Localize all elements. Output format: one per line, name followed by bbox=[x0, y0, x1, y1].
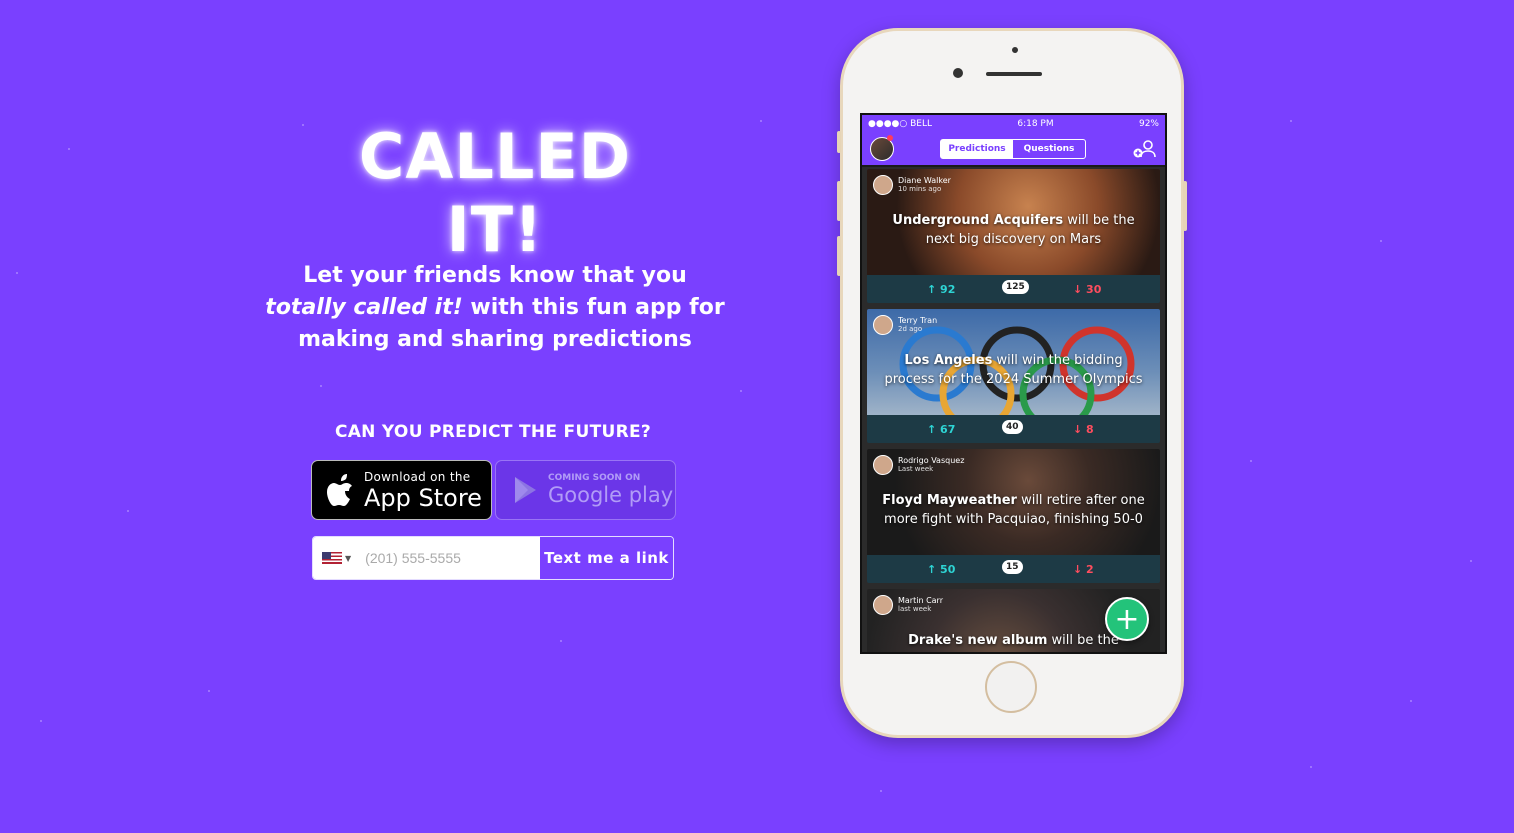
camera-icon bbox=[1012, 47, 1018, 53]
card-username: Terry Tran bbox=[898, 316, 938, 325]
home-button bbox=[985, 661, 1037, 713]
downvote-button[interactable]: ↓ 30 bbox=[1073, 283, 1101, 296]
user-avatar bbox=[873, 175, 893, 195]
upvote-button[interactable]: ↑ 50 bbox=[927, 563, 955, 576]
card-username: Martin Carr bbox=[898, 596, 943, 605]
chevron-down-icon[interactable]: ▼ bbox=[345, 554, 351, 563]
speaker-grille bbox=[986, 72, 1042, 76]
card-timestamp: 2d ago bbox=[898, 325, 923, 333]
sms-link-form: ▼ Text me a link bbox=[312, 536, 674, 580]
google-play-icon bbox=[504, 475, 548, 505]
upvote-button[interactable]: ↑ 67 bbox=[927, 423, 955, 436]
app-store-small-text: Download on the bbox=[364, 469, 471, 484]
google-play-small-text: COMING SOON ON bbox=[548, 473, 641, 483]
card-username: Diane Walker bbox=[898, 176, 951, 185]
status-bar: ●●●●○ BELL 6:18 PM 92% bbox=[862, 115, 1165, 133]
comment-count[interactable]: 125 bbox=[1002, 280, 1029, 294]
google-play-big-text: Google play bbox=[548, 483, 674, 507]
google-play-button[interactable]: COMING SOON ON Google play bbox=[495, 460, 676, 520]
downvote-button[interactable]: ↓ 2 bbox=[1073, 563, 1094, 576]
prediction-card[interactable]: Diane Walker 10 mins ago Underground Acqu… bbox=[867, 169, 1160, 303]
apple-icon bbox=[320, 473, 364, 507]
user-avatar bbox=[873, 315, 893, 335]
upvote-button[interactable]: ↑ 92 bbox=[927, 283, 955, 296]
card-timestamp: Last week bbox=[898, 465, 934, 473]
app-store-button[interactable]: Download on the App Store bbox=[311, 460, 492, 520]
add-friend-icon[interactable] bbox=[1133, 139, 1157, 163]
clock: 6:18 PM bbox=[1017, 119, 1054, 129]
upvote-count: 50 bbox=[940, 562, 956, 576]
card-username: Rodrigo Vasquez bbox=[898, 456, 965, 465]
downvote-count: 30 bbox=[1086, 282, 1102, 296]
downvote-count: 8 bbox=[1086, 422, 1094, 436]
front-camera-icon bbox=[953, 68, 963, 78]
upvote-count: 67 bbox=[940, 422, 956, 436]
comment-count[interactable]: 15 bbox=[1002, 560, 1023, 574]
tagline: Let your friends know that you totally c… bbox=[262, 260, 728, 356]
us-flag-icon[interactable] bbox=[322, 552, 342, 564]
feed-tabs: Predictions Questions bbox=[940, 139, 1086, 159]
card-subject: Drake's new album bbox=[908, 633, 1048, 648]
prediction-card[interactable]: Terry Tran 2d ago Los Angeles will win th… bbox=[867, 309, 1160, 443]
card-subject: Floyd Mayweather bbox=[882, 493, 1017, 508]
tagline-part1: Let your friends know that you bbox=[303, 263, 687, 288]
downvote-button[interactable]: ↓ 8 bbox=[1073, 423, 1094, 436]
prediction-card[interactable]: Rodrigo Vasquez Last week Floyd Mayweathe… bbox=[867, 449, 1160, 583]
called-it-logo: CALLED IT! bbox=[358, 120, 632, 266]
comment-count[interactable]: 40 bbox=[1002, 420, 1023, 434]
phone-screen: ●●●●○ BELL 6:18 PM 92% Predictions Quest… bbox=[860, 113, 1167, 654]
cta-heading: CAN YOU PREDICT THE FUTURE? bbox=[334, 422, 652, 442]
user-avatar bbox=[873, 595, 893, 615]
card-prediction: will be the bbox=[1047, 633, 1119, 648]
iphone-mockup: ●●●●○ BELL 6:18 PM 92% Predictions Quest… bbox=[837, 28, 1187, 738]
text-me-link-button[interactable]: Text me a link bbox=[540, 537, 673, 579]
card-subject: Underground Acquifers bbox=[892, 213, 1064, 228]
upvote-count: 92 bbox=[940, 282, 956, 296]
battery: 92% bbox=[1138, 119, 1159, 129]
prediction-feed: Diane Walker 10 mins ago Underground Acqu… bbox=[862, 167, 1165, 652]
app-store-big-text: App Store bbox=[364, 483, 482, 512]
tab-predictions[interactable]: Predictions bbox=[941, 140, 1013, 158]
tab-questions[interactable]: Questions bbox=[1013, 140, 1085, 158]
downvote-count: 2 bbox=[1086, 562, 1094, 576]
card-timestamp: last week bbox=[898, 605, 932, 613]
user-avatar bbox=[873, 455, 893, 475]
carrier: ●●●●○ BELL bbox=[868, 119, 933, 129]
card-timestamp: 10 mins ago bbox=[898, 185, 942, 193]
notification-dot bbox=[887, 135, 893, 141]
phone-number-input[interactable] bbox=[363, 549, 528, 567]
star-background bbox=[0, 0, 1514, 833]
app-header: Predictions Questions bbox=[862, 133, 1165, 165]
tagline-emphasis: totally called it! bbox=[265, 295, 463, 320]
card-subject: Los Angeles bbox=[904, 353, 993, 368]
add-prediction-button[interactable]: + bbox=[1105, 597, 1149, 641]
